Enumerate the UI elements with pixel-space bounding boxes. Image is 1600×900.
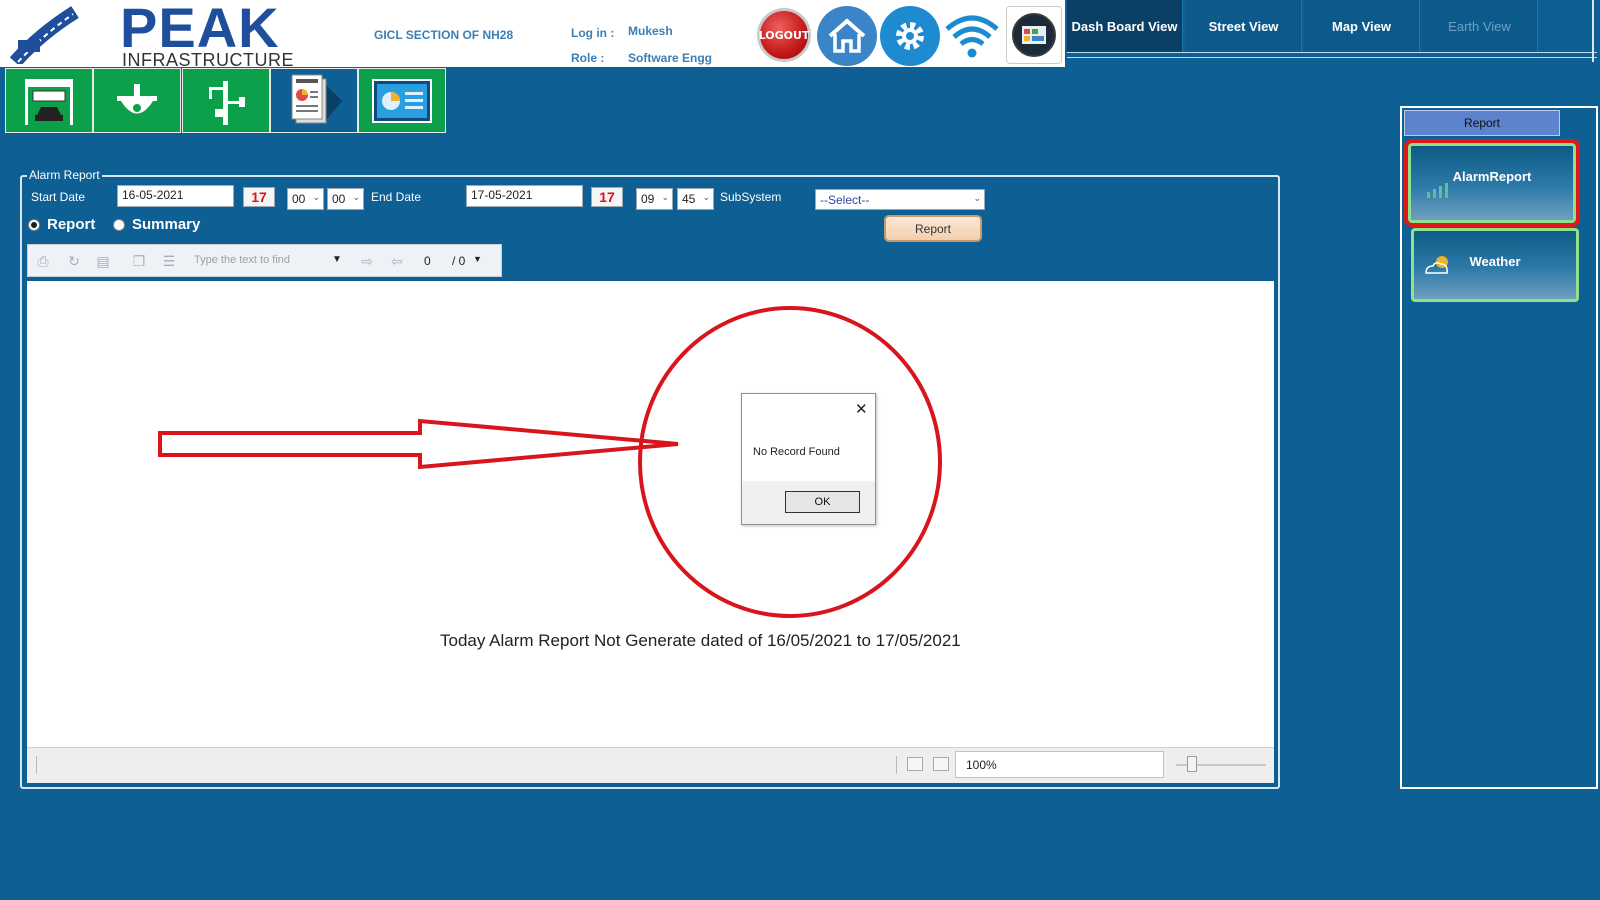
tab-strip-underline <box>1067 52 1597 58</box>
group-tree-icon[interactable]: ☰ <box>160 252 178 270</box>
login-username: Mukesh <box>628 24 673 38</box>
dashboard-button[interactable] <box>358 68 446 133</box>
page-number[interactable]: 0 <box>424 254 431 268</box>
zoom-slider-thumb[interactable] <box>1187 756 1197 772</box>
alarm-signal-icon <box>1427 183 1448 198</box>
end-date-label: End Date <box>371 190 422 204</box>
dialog-message: No Record Found <box>753 446 840 458</box>
status-divider <box>896 756 897 774</box>
toll-booth-icon <box>25 78 73 125</box>
subsystem-select[interactable]: --Select-- ⌄ <box>815 189 985 210</box>
fit-width-icon[interactable] <box>907 757 923 771</box>
start-hour-select[interactable]: 00 ⌄ <box>287 188 324 210</box>
logout-icon: LOGOUT <box>758 28 810 42</box>
report-canvas <box>27 281 1274 747</box>
camera-button[interactable] <box>93 68 181 133</box>
start-minute-select[interactable]: 00 ⌄ <box>327 188 364 210</box>
calendar-icon: 17 <box>599 189 615 205</box>
page-dropdown-icon[interactable]: ▼ <box>473 254 482 264</box>
weather-card[interactable]: Weather <box>1411 228 1579 302</box>
apps-icon <box>1012 13 1056 57</box>
weather-label: Weather <box>1469 254 1521 269</box>
radio-summary-label: Summary <box>132 216 201 233</box>
logo-wordmark: PEAK <box>120 0 280 59</box>
role-label: Role : <box>571 51 605 65</box>
export-icon[interactable]: ⇨ <box>358 252 376 270</box>
tab-dashboard-view[interactable]: Dash Board View <box>1067 0 1183 52</box>
start-minute-value: 00 <box>332 192 346 206</box>
end-minute-select[interactable]: 45 ⌄ <box>677 188 714 210</box>
chevron-down-icon: ⌄ <box>312 192 320 202</box>
start-date-label: Start Date <box>31 190 86 204</box>
wifi-icon <box>945 15 999 58</box>
dome-camera-icon <box>117 83 157 113</box>
weather-station-icon <box>209 80 245 125</box>
login-label: Log in : <box>571 26 615 40</box>
report-document-icon <box>291 74 342 125</box>
import-icon[interactable]: ⇦ <box>388 252 406 270</box>
radio-summary-indicator[interactable] <box>113 218 125 231</box>
radio-summary[interactable]: Summary <box>113 216 200 233</box>
tab-strip-edge <box>1592 0 1594 62</box>
alarm-report-legend: Alarm Report <box>27 168 102 182</box>
dashboard-chart-icon <box>372 78 432 123</box>
generate-report-button[interactable]: Report <box>884 215 982 242</box>
calendar-icon: 17 <box>251 189 267 205</box>
ok-button[interactable]: OK <box>785 491 860 513</box>
end-minute-value: 45 <box>682 192 696 206</box>
status-divider <box>36 756 37 774</box>
fit-page-icon[interactable] <box>933 757 949 771</box>
settings-button[interactable] <box>880 6 940 66</box>
logout-button[interactable]: LOGOUT <box>757 8 811 62</box>
apps-button[interactable] <box>1006 6 1062 64</box>
gear-icon <box>896 22 924 50</box>
report-button-toolbar[interactable] <box>270 68 358 133</box>
subsystem-label: SubSystem <box>720 190 782 204</box>
refresh-icon[interactable]: ↻ <box>65 252 83 270</box>
weather-station-button[interactable] <box>182 68 270 133</box>
empty-report-message: Today Alarm Report Not Generate dated of… <box>440 631 961 650</box>
end-hour-value: 09 <box>641 192 655 206</box>
chevron-down-icon: ⌄ <box>973 193 981 203</box>
wifi-button[interactable] <box>942 6 1002 66</box>
home-icon <box>828 18 866 53</box>
role-value: Software Engg <box>628 51 713 65</box>
zoom-level-field[interactable]: 100% <box>955 751 1164 778</box>
end-hour-select[interactable]: 09 ⌄ <box>636 188 673 210</box>
copy-icon[interactable]: ❐ <box>130 252 148 270</box>
chevron-down-icon: ⌄ <box>702 192 710 202</box>
start-date-calendar-button[interactable]: 17 <box>243 187 275 207</box>
save-icon[interactable]: ▤ <box>94 252 112 270</box>
section-title: GICL SECTION OF NH28 <box>374 28 514 42</box>
close-icon[interactable]: ✕ <box>855 400 868 418</box>
subsystem-value: --Select-- <box>820 193 870 207</box>
chevron-down-icon: ⌄ <box>352 192 360 202</box>
tab-earth-view[interactable]: Earth View <box>1422 0 1538 52</box>
radio-report[interactable]: Report <box>28 216 95 233</box>
find-text-input[interactable]: Type the text to find <box>190 250 330 272</box>
start-hour-value: 00 <box>292 192 306 206</box>
side-panel-title[interactable]: Report <box>1404 110 1560 136</box>
home-button[interactable] <box>817 6 877 66</box>
road-logo-icon <box>10 6 79 64</box>
toll-booth-button[interactable] <box>5 68 93 133</box>
radio-report-indicator[interactable] <box>28 218 40 231</box>
tab-map-view[interactable]: Map View <box>1304 0 1420 52</box>
alarm-report-label: AlarmReport <box>1452 169 1532 184</box>
page-total: / 0 <box>452 254 466 268</box>
tab-street-view[interactable]: Street View <box>1186 0 1302 52</box>
end-date-field[interactable]: 17-05-2021 <box>466 185 583 207</box>
print-icon[interactable]: ⎙ <box>34 252 52 270</box>
chevron-down-icon: ⌄ <box>661 192 669 202</box>
radio-report-label: Report <box>47 216 96 233</box>
end-date-calendar-button[interactable]: 17 <box>591 187 623 207</box>
alarm-report-card[interactable]: AlarmReport <box>1404 139 1580 227</box>
find-dropdown-icon[interactable]: ▼ <box>332 254 342 265</box>
start-date-field[interactable]: 16-05-2021 <box>117 185 234 207</box>
